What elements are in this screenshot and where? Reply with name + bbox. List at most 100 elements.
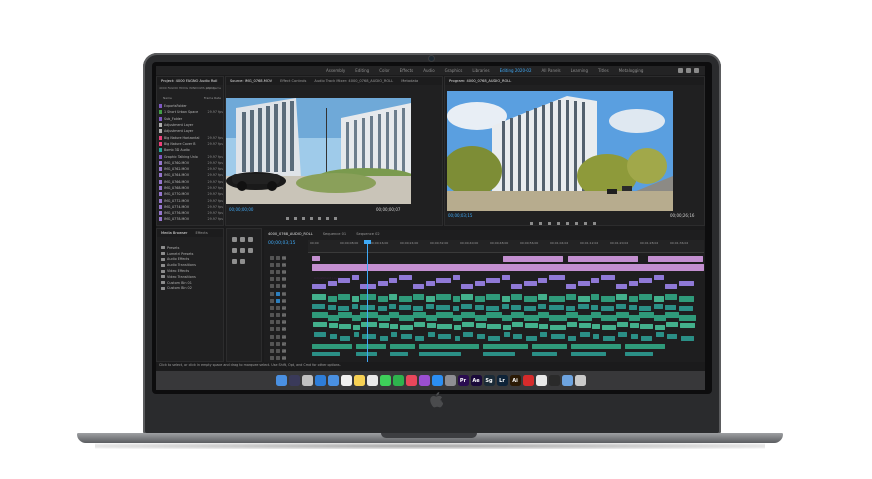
timeline-clip[interactable] — [425, 304, 434, 309]
photos-icon[interactable] — [366, 375, 378, 386]
step-forward-icon[interactable] — [557, 222, 560, 225]
settings-icon[interactable] — [444, 375, 456, 386]
timeline-clip[interactable] — [390, 344, 415, 349]
timeline-clip[interactable] — [461, 304, 472, 309]
panel-tab[interactable]: 4000_0768_AUDIO_ROLL — [268, 232, 313, 236]
timeline-clip[interactable] — [453, 325, 461, 330]
lock-icon[interactable] — [270, 284, 274, 289]
timeline-clip[interactable] — [678, 296, 694, 302]
timeline-clip[interactable] — [625, 344, 665, 349]
go-to-out-icon[interactable] — [566, 222, 569, 225]
timeline-clip[interactable] — [600, 306, 614, 311]
timeline-clip[interactable] — [461, 284, 473, 289]
timeline-clip[interactable] — [591, 312, 601, 318]
timeline-clip[interactable] — [538, 294, 547, 300]
timeline-clip[interactable] — [524, 323, 538, 328]
timeline-clip[interactable] — [398, 315, 414, 321]
timeline-clip[interactable] — [666, 322, 678, 327]
finder-icon[interactable] — [275, 375, 287, 386]
timeline-clip[interactable] — [566, 306, 575, 311]
timeline-clip[interactable] — [312, 284, 326, 289]
timeline-clip[interactable] — [377, 296, 388, 302]
timeline-clip[interactable] — [413, 284, 424, 289]
track-header[interactable]: V1 — [264, 290, 308, 297]
timeline-clip[interactable] — [356, 344, 386, 349]
lock-icon[interactable] — [270, 327, 274, 332]
timeline-clip[interactable] — [436, 294, 451, 300]
timeline-clip[interactable] — [483, 352, 515, 356]
timeline-clip[interactable] — [602, 336, 615, 341]
timeline-clip[interactable] — [419, 344, 479, 349]
timeline-clip[interactable] — [360, 312, 378, 318]
timeline-clip[interactable] — [568, 336, 576, 341]
timeline-clip[interactable] — [538, 312, 549, 318]
lock-icon[interactable] — [270, 262, 274, 267]
timeline-clip[interactable] — [628, 296, 638, 302]
timeline-clip[interactable] — [591, 305, 598, 310]
lock-icon[interactable] — [270, 269, 274, 274]
effects-folder[interactable]: Custom Bin 02 — [161, 286, 196, 292]
track-target-icon[interactable] — [276, 298, 280, 303]
timeline-clip[interactable] — [625, 352, 653, 356]
safari-icon[interactable] — [314, 375, 326, 386]
timeline-clip[interactable] — [436, 312, 453, 318]
chrome-icon[interactable] — [535, 375, 547, 386]
selection-tool-icon[interactable] — [231, 237, 237, 242]
timeline-clip[interactable] — [678, 281, 694, 286]
timeline-clip[interactable] — [339, 324, 351, 329]
timeline-clip[interactable] — [362, 334, 376, 339]
timeline-clip[interactable] — [501, 275, 510, 280]
track-header[interactable]: A8 — [264, 347, 308, 354]
timeline-clip[interactable] — [577, 296, 590, 302]
track-target-icon[interactable] — [276, 291, 280, 296]
track-header[interactable]: A7 — [264, 340, 308, 347]
workspace-tab[interactable]: Audio — [423, 68, 434, 73]
timeline-clip[interactable] — [377, 306, 387, 311]
workspace-tab[interactable]: Color — [379, 68, 389, 73]
timeline-clip[interactable] — [549, 325, 566, 330]
workspace-tab[interactable]: Titles — [598, 68, 609, 73]
panel-tab[interactable]: Source: IMG_0768.MOV — [230, 79, 272, 83]
tab-project[interactable]: Project: 4000 FAGNO Audio Roll — [161, 79, 217, 83]
timeline-clip[interactable] — [353, 332, 359, 337]
timeline-clip[interactable] — [525, 336, 537, 341]
app-store-icon[interactable] — [431, 375, 443, 386]
mark-out-icon[interactable] — [294, 217, 297, 220]
track-header[interactable]: V2 — [264, 283, 308, 290]
timeline-clip[interactable] — [463, 332, 473, 337]
timeline-clip[interactable] — [571, 344, 621, 349]
timeline-clip[interactable] — [523, 315, 539, 321]
timeline-clip[interactable] — [639, 294, 652, 300]
fullscreen-icon[interactable] — [694, 68, 699, 73]
project-item[interactable]: IMG_0778.MOV 29.97 fps — [159, 216, 223, 222]
timeline-clip[interactable] — [413, 294, 424, 300]
timeline-clip[interactable] — [616, 304, 626, 309]
hand-tool-icon[interactable] — [231, 259, 237, 264]
track-target-icon[interactable] — [276, 255, 280, 260]
timeline-clip[interactable] — [639, 306, 651, 311]
timeline-clip[interactable] — [532, 352, 557, 356]
timeline-clip[interactable] — [523, 306, 536, 311]
timeline-clip[interactable] — [486, 278, 500, 283]
timeline-clip[interactable] — [665, 312, 679, 318]
timeline-clip[interactable] — [328, 323, 338, 328]
timeline-clip[interactable] — [653, 275, 664, 280]
play-icon[interactable] — [310, 217, 313, 220]
type-tool-icon[interactable] — [239, 259, 245, 264]
workspace-tab[interactable]: Editing 2020-02 — [500, 68, 532, 73]
timeline-clip[interactable] — [327, 305, 336, 310]
lock-icon[interactable] — [270, 313, 274, 318]
timeline-clip[interactable] — [486, 312, 502, 318]
timeline-clip[interactable] — [436, 278, 451, 283]
track-header[interactable]: A2 — [264, 304, 308, 311]
timeline-clip[interactable] — [351, 275, 359, 280]
timeline-clip[interactable] — [577, 315, 592, 321]
timeline-clip[interactable] — [512, 322, 523, 327]
lock-icon[interactable] — [270, 356, 274, 361]
timeline-clip[interactable] — [419, 352, 461, 356]
timeline-timecode[interactable]: 00;00;03;15 — [268, 241, 295, 246]
timeline-clip[interactable] — [678, 306, 693, 311]
timeline-clip[interactable] — [513, 334, 522, 339]
timeline-clip[interactable] — [641, 336, 652, 341]
timeline-clip[interactable] — [571, 352, 606, 356]
